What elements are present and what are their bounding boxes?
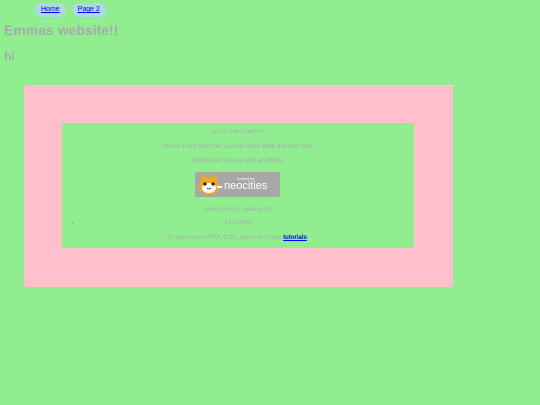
top-nav: Home Page 2 <box>35 3 106 17</box>
badge-neocities: neocities <box>224 180 268 192</box>
tutorials-link[interactable]: tutorials <box>283 235 307 241</box>
pink-outer-box: Let us see together: Here's a way that h… <box>24 85 453 287</box>
nav-home-link[interactable]: Home <box>35 3 66 17</box>
item-list: First thing <box>62 220 414 227</box>
green-inner-box: Let us see together: Here's a way that h… <box>62 123 414 248</box>
learn-pre-text: To learn more HTML/CSS, check out these <box>167 235 284 241</box>
together-text: Let us see together: <box>211 129 265 135</box>
list-item-label: First thing <box>224 220 252 226</box>
bold-pre-text: Here's a way that how you can make <box>162 144 263 150</box>
list-intro-text: Here's how to make a list: <box>203 207 273 213</box>
neocities-cat-icon <box>199 173 222 195</box>
image-intro-text: Here's how you can add an image: <box>191 158 285 164</box>
page-subtitle: hi <box>4 49 15 63</box>
bold-post-text: and italic text. <box>274 144 314 150</box>
learn-post-text: ! <box>306 235 309 241</box>
bullet-icon <box>72 222 74 224</box>
nav-page2-link[interactable]: Page 2 <box>71 3 106 17</box>
bold-italic-paragraph: Here's a way that how you can make bold … <box>62 144 414 151</box>
bold-word: bold <box>262 144 275 150</box>
learn-more-paragraph: To learn more HTML/CSS, check out these … <box>62 235 414 242</box>
neocities-badge-image: hosted by neocities <box>195 172 280 197</box>
list-item: First thing <box>62 220 414 227</box>
page-title: Emmas website!! <box>4 22 119 38</box>
badge-text: hosted by neocities <box>224 177 267 192</box>
